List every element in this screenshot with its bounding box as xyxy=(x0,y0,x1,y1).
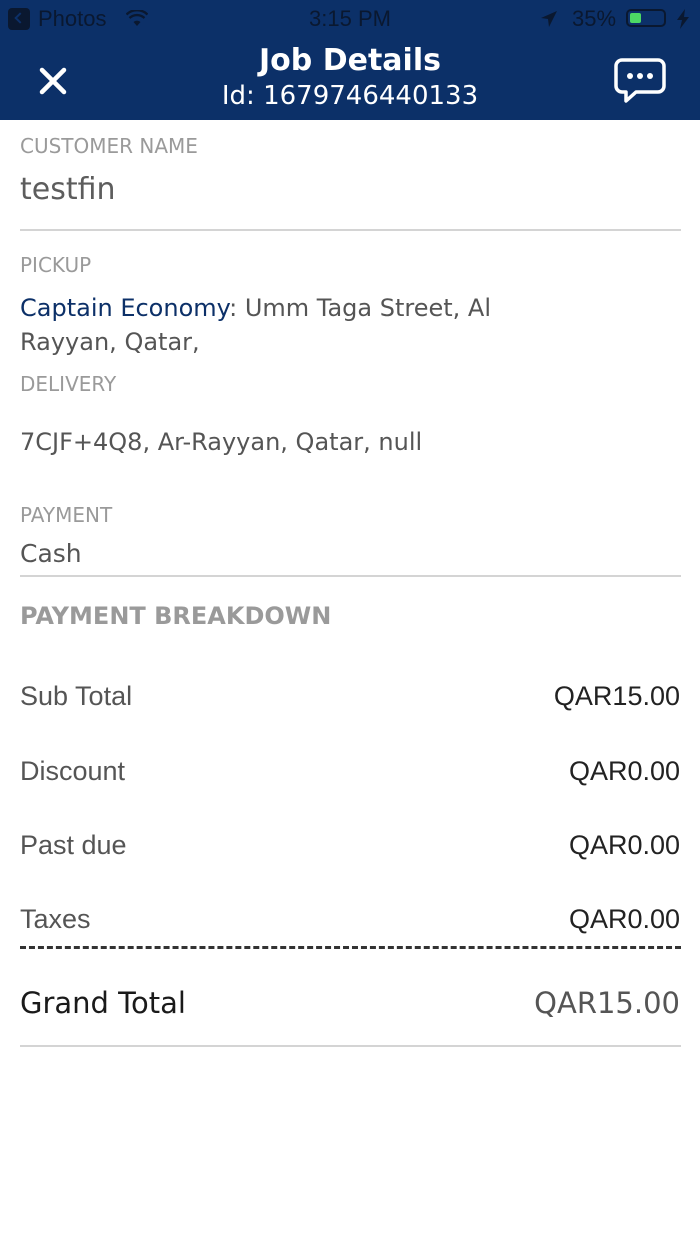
chat-bubble-icon[interactable] xyxy=(614,56,666,104)
battery-fill xyxy=(630,13,641,23)
battery-percentage: 35% xyxy=(572,6,617,31)
grand-total-value: QAR15.00 xyxy=(534,986,680,1020)
page-title: Job Details xyxy=(259,43,441,78)
subtotal-value: QAR15.00 xyxy=(553,681,680,711)
divider xyxy=(20,229,681,231)
customer-name-label: CUSTOMER NAME xyxy=(20,134,198,158)
past-due-label: Past due xyxy=(20,830,127,860)
customer-name-value: testfin xyxy=(20,172,116,207)
job-details-screen: Photos 3:15 PM 35% Job Details Id: 16797… xyxy=(0,0,700,1244)
pickup-store-name: Captain Economy xyxy=(20,294,230,322)
discount-value: QAR0.00 xyxy=(568,756,680,786)
payment-breakdown-heading: PAYMENT BREAKDOWN xyxy=(20,602,332,630)
header-title-block: Job Details Id: 1679746440133 xyxy=(0,42,700,112)
payment-label: PAYMENT xyxy=(20,503,113,527)
discount-label: Discount xyxy=(20,756,126,786)
charging-bolt-icon xyxy=(677,9,689,29)
header-bar: Photos 3:15 PM 35% Job Details Id: 16797… xyxy=(0,0,700,120)
divider xyxy=(20,575,681,577)
past-due-value: QAR0.00 xyxy=(568,830,680,860)
subtotal-label: Sub Total xyxy=(20,681,133,711)
delivery-address: 7CJF+4Q8, Ar-Rayyan, Qatar, null xyxy=(20,428,423,456)
taxes-label: Taxes xyxy=(20,904,91,934)
job-id: Id: 1679746440133 xyxy=(221,81,479,111)
status-bar: Photos 3:15 PM 35% xyxy=(0,0,700,38)
grand-total-label: Grand Total xyxy=(20,986,186,1020)
location-arrow-icon xyxy=(541,11,557,27)
delivery-label: DELIVERY xyxy=(20,372,117,396)
payment-method: Cash xyxy=(20,539,82,568)
dashed-separator xyxy=(20,946,681,949)
taxes-value: QAR0.00 xyxy=(568,904,680,934)
pickup-address: Captain Economy: Umm Taga Street, Al Ray… xyxy=(20,291,500,359)
pickup-label: PICKUP xyxy=(20,253,92,277)
divider xyxy=(20,1045,681,1047)
battery-icon xyxy=(626,9,666,27)
